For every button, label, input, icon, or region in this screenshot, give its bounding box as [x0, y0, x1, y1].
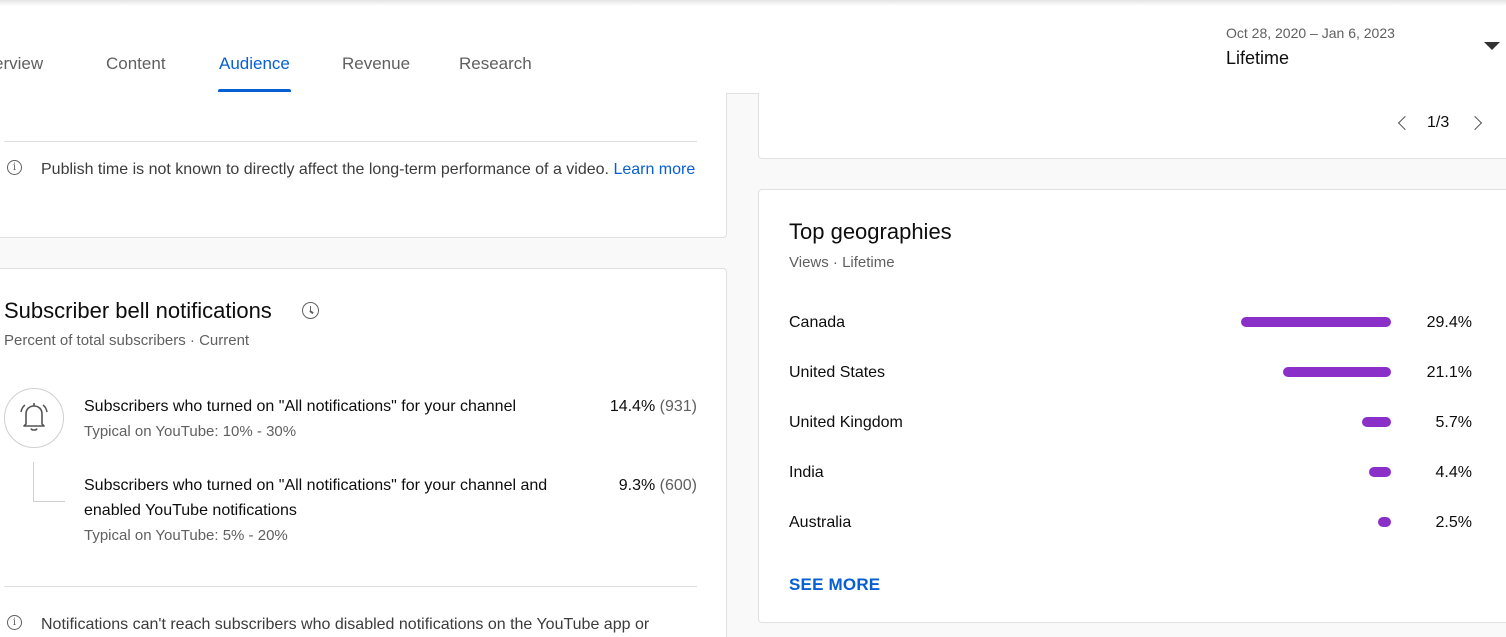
bell-card-subtitle: Percent of total subscribers · Current [4, 332, 250, 349]
geo-country-name: United Kingdom [789, 414, 903, 431]
bell-row-typical: Typical on YouTube: 10% - 30% [84, 423, 297, 440]
info-icon: i [7, 160, 22, 175]
bell-icon [20, 403, 48, 431]
bell-row-percent: 14.4% [609, 398, 656, 415]
geo-country-name: Australia [789, 514, 852, 531]
geo-percent: 4.4% [1435, 464, 1472, 481]
active-tab-indicator [218, 89, 291, 92]
tree-connector [33, 462, 65, 502]
bell-icon-circle [4, 388, 64, 448]
divider [4, 586, 697, 587]
geo-bar [1369, 467, 1391, 477]
geo-percent: 5.7% [1435, 414, 1472, 431]
divider [4, 141, 697, 142]
geo-card-subtitle: Views · Lifetime [789, 254, 895, 271]
bell-row-count: (600) [659, 477, 697, 494]
bell-row-count: (931) [659, 398, 697, 415]
tab-research[interactable]: Research [459, 54, 532, 74]
see-more-button[interactable]: SEE MORE [789, 575, 880, 595]
geo-country-name: United States [789, 364, 886, 381]
bell-row-text: Subscribers who turned on "All notificat… [84, 477, 548, 519]
tab-audience[interactable]: Audience [219, 54, 290, 74]
geo-bar [1241, 317, 1391, 327]
geo-bar [1283, 367, 1391, 377]
bell-row-text: Subscribers who turned on "All notificat… [84, 398, 517, 415]
dropdown-arrow-icon[interactable] [1484, 42, 1500, 50]
geo-bar [1362, 417, 1391, 427]
publish-note-text: Publish time is not known to directly af… [41, 161, 614, 178]
bell-notifications-note: Notifications can't reach subscribers wh… [41, 616, 650, 633]
tab-revenue[interactable]: Revenue [342, 54, 410, 74]
bell-row-value: 14.4% (931) [560, 398, 697, 416]
geo-percent: 21.1% [1426, 364, 1472, 381]
geo-country-name: India [789, 464, 824, 481]
clock-icon[interactable] [302, 302, 319, 319]
previous-card-footer [758, 93, 1506, 159]
bell-row-percent: 9.3% [618, 477, 656, 494]
info-icon: i [7, 615, 22, 630]
geo-percent: 29.4% [1426, 314, 1472, 331]
geo-country-name: Canada [789, 314, 846, 331]
bell-row-typical: Typical on YouTube: 5% - 20% [84, 527, 288, 544]
geo-card-title: Top geographies [789, 219, 952, 244]
tab-overview[interactable]: erview [0, 54, 43, 74]
bell-row-value: 9.3% (600) [560, 477, 697, 495]
learn-more-link[interactable]: Learn more [613, 161, 695, 178]
analytics-header: erview Content Audience Revenue Research… [0, 6, 1506, 94]
date-period-label: Lifetime [1226, 48, 1290, 68]
geo-bar [1378, 517, 1391, 527]
date-range-label: Oct 28, 2020 – Jan 6, 2023 [1226, 25, 1395, 41]
tab-content[interactable]: Content [106, 54, 166, 74]
bell-card-title: Subscriber bell notifications [4, 298, 272, 323]
pager-label: 1/3 [1427, 114, 1450, 131]
publish-time-note: Publish time is not known to directly af… [41, 157, 701, 182]
geo-percent: 2.5% [1435, 514, 1472, 531]
